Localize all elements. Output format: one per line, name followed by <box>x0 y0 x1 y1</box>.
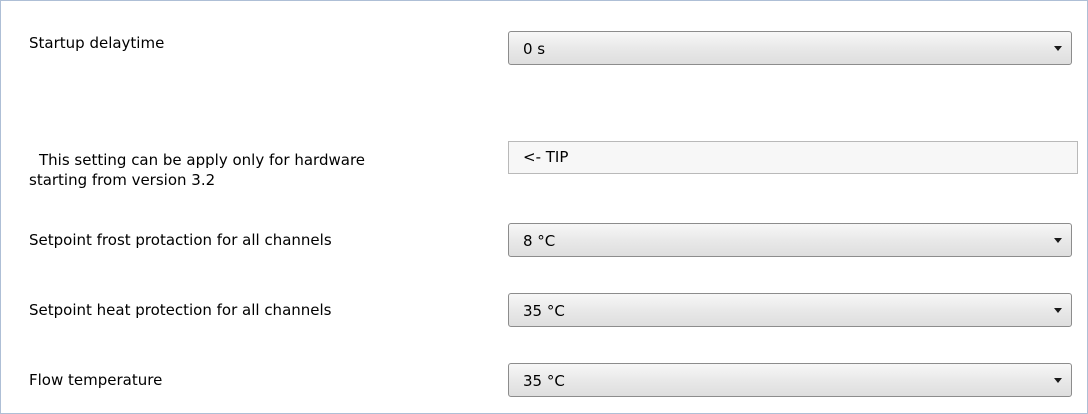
startup-delay-select[interactable]: 0 s <box>508 31 1072 65</box>
flow-temperature-label: Flow temperature <box>29 371 163 389</box>
startup-delay-label: Startup delaytime <box>29 34 165 52</box>
tip-value: <- TIP <box>523 148 569 166</box>
heat-protection-label: Setpoint heat protection for all channel… <box>29 301 332 319</box>
flow-temperature-select[interactable]: 35 °C <box>508 363 1072 397</box>
chevron-down-icon[interactable] <box>1054 308 1062 313</box>
frost-protection-value: 8 °C <box>523 232 556 250</box>
tip-label-line1: This setting can be apply only for hardw… <box>39 151 366 169</box>
startup-delay-value: 0 s <box>523 40 546 58</box>
frost-protection-select[interactable]: 8 °C <box>508 223 1072 257</box>
frost-protection-label: Setpoint frost protaction for all channe… <box>29 231 332 249</box>
settings-panel: Startup delaytime 0 s This setting can b… <box>0 0 1088 414</box>
chevron-down-icon[interactable] <box>1054 46 1062 51</box>
tip-label-line2: starting from version 3.2 <box>29 171 216 189</box>
tip-label: This setting can be apply only for hardw… <box>29 150 499 190</box>
chevron-down-icon[interactable] <box>1054 238 1062 243</box>
tip-field: <- TIP <box>508 141 1078 174</box>
flow-temperature-value: 35 °C <box>523 372 565 390</box>
heat-protection-select[interactable]: 35 °C <box>508 293 1072 327</box>
heat-protection-value: 35 °C <box>523 302 565 320</box>
chevron-down-icon[interactable] <box>1054 378 1062 383</box>
